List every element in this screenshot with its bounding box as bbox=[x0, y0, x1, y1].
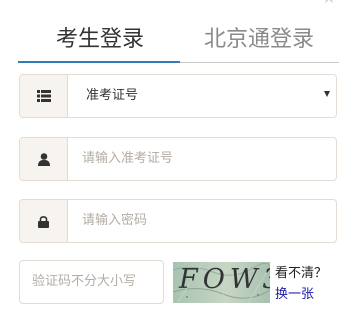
id-type-value: 准考证号 bbox=[86, 88, 139, 103]
captcha-image[interactable]: FOW3 bbox=[173, 262, 270, 303]
id-type-select[interactable]: 准考证号 bbox=[19, 74, 337, 118]
caret-down-icon bbox=[324, 91, 330, 97]
password-placeholder: 请输入密码 bbox=[82, 213, 148, 228]
tab-student-login[interactable]: 考生登录 bbox=[20, 25, 180, 55]
list-icon bbox=[20, 75, 68, 117]
tab-beijingtong-login[interactable]: 北京通登录 bbox=[180, 25, 338, 55]
captcha-input[interactable]: 验证码不分大小写 bbox=[19, 260, 164, 304]
lock-icon bbox=[20, 200, 68, 242]
captcha-refresh-link[interactable]: 换一张 bbox=[275, 283, 314, 302]
captcha-unclear-label: 看不清？ bbox=[275, 266, 328, 281]
user-icon bbox=[20, 138, 68, 180]
close-icon[interactable]: × bbox=[322, 0, 336, 6]
captcha-text: FOW3 bbox=[179, 264, 270, 295]
exam-number-placeholder: 请输入准考证号 bbox=[82, 151, 174, 166]
exam-number-field[interactable]: 请输入准考证号 bbox=[19, 137, 337, 181]
active-tab-indicator bbox=[18, 61, 180, 63]
password-field[interactable]: 请输入密码 bbox=[19, 199, 337, 243]
